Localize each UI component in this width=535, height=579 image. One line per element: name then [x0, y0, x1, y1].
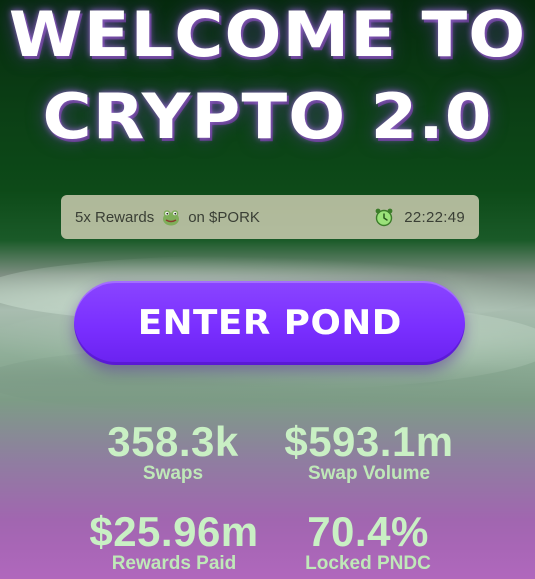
- alarm-clock-icon: [374, 207, 394, 227]
- stat-value: 358.3k: [107, 418, 239, 465]
- countdown-timer: 22:22:49: [404, 208, 465, 226]
- stat-label: Rewards Paid: [111, 553, 237, 574]
- rewards-suffix: on $PORK: [188, 208, 260, 226]
- stat-value: 70.4%: [307, 508, 429, 555]
- stat-rewards-paid: $25.96m Rewards Paid: [80, 510, 268, 574]
- stat-label: Swap Volume: [307, 463, 431, 484]
- stat-swap-volume: $593.1m Swap Volume: [270, 420, 468, 484]
- frog-icon: [161, 207, 181, 227]
- headline-line-2: CRYPTO 2.0: [42, 80, 493, 153]
- enter-pond-button[interactable]: ENTER POND: [74, 281, 465, 365]
- stat-label: Locked PNDC: [305, 553, 431, 574]
- rewards-banner: 5x Rewards on $PORK 22:22:49: [61, 195, 479, 239]
- headline-line-1: WELCOME TO: [8, 0, 527, 71]
- stat-value: $593.1m: [284, 418, 454, 465]
- rewards-prefix: 5x Rewards: [75, 208, 155, 226]
- stat-locked-pndc: 70.4% Locked PNDC: [288, 510, 448, 574]
- stat-label: Swaps: [142, 463, 204, 484]
- enter-pond-label: ENTER POND: [137, 303, 402, 343]
- stat-value: $25.96m: [89, 508, 259, 555]
- stat-swaps: 358.3k Swaps: [90, 420, 256, 484]
